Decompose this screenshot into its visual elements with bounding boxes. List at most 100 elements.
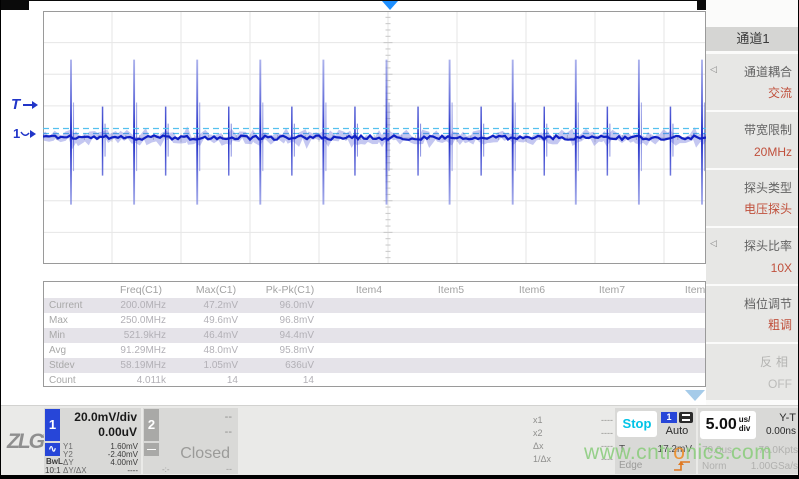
run-stop-button[interactable]: Stop [617, 411, 657, 437]
table-cell: 14 [252, 373, 328, 387]
table-header-cell: Item8 [652, 282, 706, 298]
menu-item-value: 交流 [768, 84, 792, 101]
trigger-level-marker[interactable]: T [11, 96, 38, 113]
table-cell [652, 373, 706, 387]
readout-row: x1---- [533, 414, 613, 427]
table-cell: 636uV [252, 358, 328, 373]
menu-item-value: 粗调 [768, 316, 792, 333]
brand-logo: ZLG® [7, 430, 49, 454]
table-cell [410, 373, 492, 387]
row-label: Count [44, 373, 102, 387]
table-cell [410, 298, 492, 313]
table-cell [492, 343, 572, 358]
trigger-source-badge: 1 [661, 412, 677, 423]
table-cell [652, 358, 706, 373]
readout-row: x2---- [533, 427, 613, 440]
channel1-scale: 20.0mV/div [74, 410, 137, 424]
table-header-cell: Item4 [328, 282, 410, 298]
sidebar-item-4[interactable]: 档位调节粗调 [706, 286, 799, 342]
channel1-badge: 1 [45, 409, 60, 441]
menu-item-label: 通道耦合 [744, 63, 792, 80]
submenu-arrow-icon: ◁ [710, 238, 717, 249]
channel2-scale: -- [225, 411, 232, 423]
ac-coupling-icon: ∿ [45, 443, 60, 456]
channel1-marker-label: 1 [13, 126, 20, 141]
table-header-cell [44, 282, 102, 298]
table-cell: 58.19MHz [102, 358, 180, 373]
display-mode: Y-T [779, 412, 796, 424]
channel2-status-box[interactable]: 2 -- -- — Closed -:- -- [143, 408, 238, 474]
table-row-max: Max250.0MHz49.6mV96.8mV [44, 313, 706, 328]
probe-ratio-indicator: 10:1 [45, 466, 61, 475]
channel1-offset: 0.00uV [98, 425, 137, 439]
trigger-position-marker-icon[interactable] [382, 1, 398, 10]
table-cell: 49.6mV [180, 313, 252, 328]
trigger-position-bar[interactable] [29, 1, 697, 10]
row-label: Min [44, 328, 102, 343]
sidebar-item-3[interactable]: ◁探头比率10X [706, 228, 799, 284]
table-cell: 48.0mV [180, 343, 252, 358]
row-label: Max [44, 313, 102, 328]
trigger-delay: 0.00ns [766, 426, 796, 437]
sidebar-item-1[interactable]: 带宽限制20MHz [706, 112, 799, 168]
table-cell [410, 328, 492, 343]
table-cell [328, 298, 410, 313]
table-cell [410, 313, 492, 328]
channel-menu-sidebar: 通道1 ◁通道耦合交流带宽限制20MHz探头类型电压探头◁探头比率10X档位调节… [706, 0, 799, 405]
trigger-mode: Auto [659, 425, 695, 437]
table-row-min: Min521.9kHz46.4mV94.4mV [44, 328, 706, 343]
table-header-cell: Item7 [572, 282, 652, 298]
table-header-cell: Item5 [410, 282, 492, 298]
table-cell [652, 313, 706, 328]
table-cell [492, 328, 572, 343]
table-cell: 200.0MHz [102, 298, 180, 313]
table-cell [492, 298, 572, 313]
channel2-status: Closed [180, 445, 230, 463]
table-cell [410, 343, 492, 358]
table-cell [328, 358, 410, 373]
table-cell [572, 298, 652, 313]
table-cell: 96.8mV [252, 313, 328, 328]
menu-item-value: OFF [768, 377, 792, 391]
table-row-current: Current200.0MHz47.2mV96.0mV [44, 298, 706, 313]
table-header-row: Freq(C1)Max(C1)Pk-Pk(C1)Item4Item5Item6I… [44, 282, 706, 298]
table-cell [492, 313, 572, 328]
timebase-scale: 5.00 [706, 416, 737, 433]
row-label: Current [44, 298, 102, 313]
table-cell: 250.0MHz [102, 313, 180, 328]
menu-item-label: 探头比率 [744, 237, 792, 254]
table-cell: 4.011k [102, 373, 180, 387]
table-cell [492, 373, 572, 387]
table-cell: 1.05mV [180, 358, 252, 373]
sidebar-item-5[interactable]: 反相 OFF [706, 344, 799, 400]
menu-item-value: 20MHz [754, 145, 792, 159]
table-row-stdev: Stdev58.19MHz1.05mV636uV [44, 358, 706, 373]
table-cell [572, 373, 652, 387]
oscilloscope-app: T 1 Freq(C1)Max(C1)Pk-Pk(C1)Item4Item5It… [0, 0, 799, 479]
table-cell [652, 328, 706, 343]
table-cell [328, 328, 410, 343]
channel1-status-box[interactable]: 1 20.0mV/div 0.00uV ∿ BwL 10:1 Y11.60mVY… [44, 408, 141, 474]
table-row-avg: Avg91.29MHz48.0mV95.8mV [44, 343, 706, 358]
top-strip [1, 0, 799, 10]
menu-item-label: 反相 [760, 353, 792, 370]
table-cell: 521.9kHz [102, 328, 180, 343]
table-cell [652, 298, 706, 313]
table-scroll-down-icon[interactable] [685, 390, 705, 401]
table-cell: 47.2mV [180, 298, 252, 313]
table-cell [652, 343, 706, 358]
sidebar-item-0[interactable]: ◁通道耦合交流 [706, 54, 799, 110]
channel1-offset-marker[interactable]: 1 [13, 126, 36, 141]
table-cell: 95.8mV [252, 343, 328, 358]
table-cell: 91.29MHz [102, 343, 180, 358]
timebase-scale-box[interactable]: 5.00us/div [700, 411, 756, 439]
trigger-level-label: T [11, 96, 20, 113]
sidebar-item-2[interactable]: 探头类型电压探头 [706, 170, 799, 226]
trigger-arrow-icon [23, 104, 32, 106]
channel1-hook-icon [20, 129, 30, 139]
readout-row: ΔY/ΔX---- [63, 467, 138, 475]
table-cell: 94.4mV [252, 328, 328, 343]
y-cursor-readouts: Y11.60mVY2-2.40mVΔY4.00mVΔY/ΔX---- [63, 443, 138, 475]
channel2-coupling-icon: — [144, 443, 159, 456]
measurement-table: Freq(C1)Max(C1)Pk-Pk(C1)Item4Item5Item6I… [43, 281, 706, 387]
